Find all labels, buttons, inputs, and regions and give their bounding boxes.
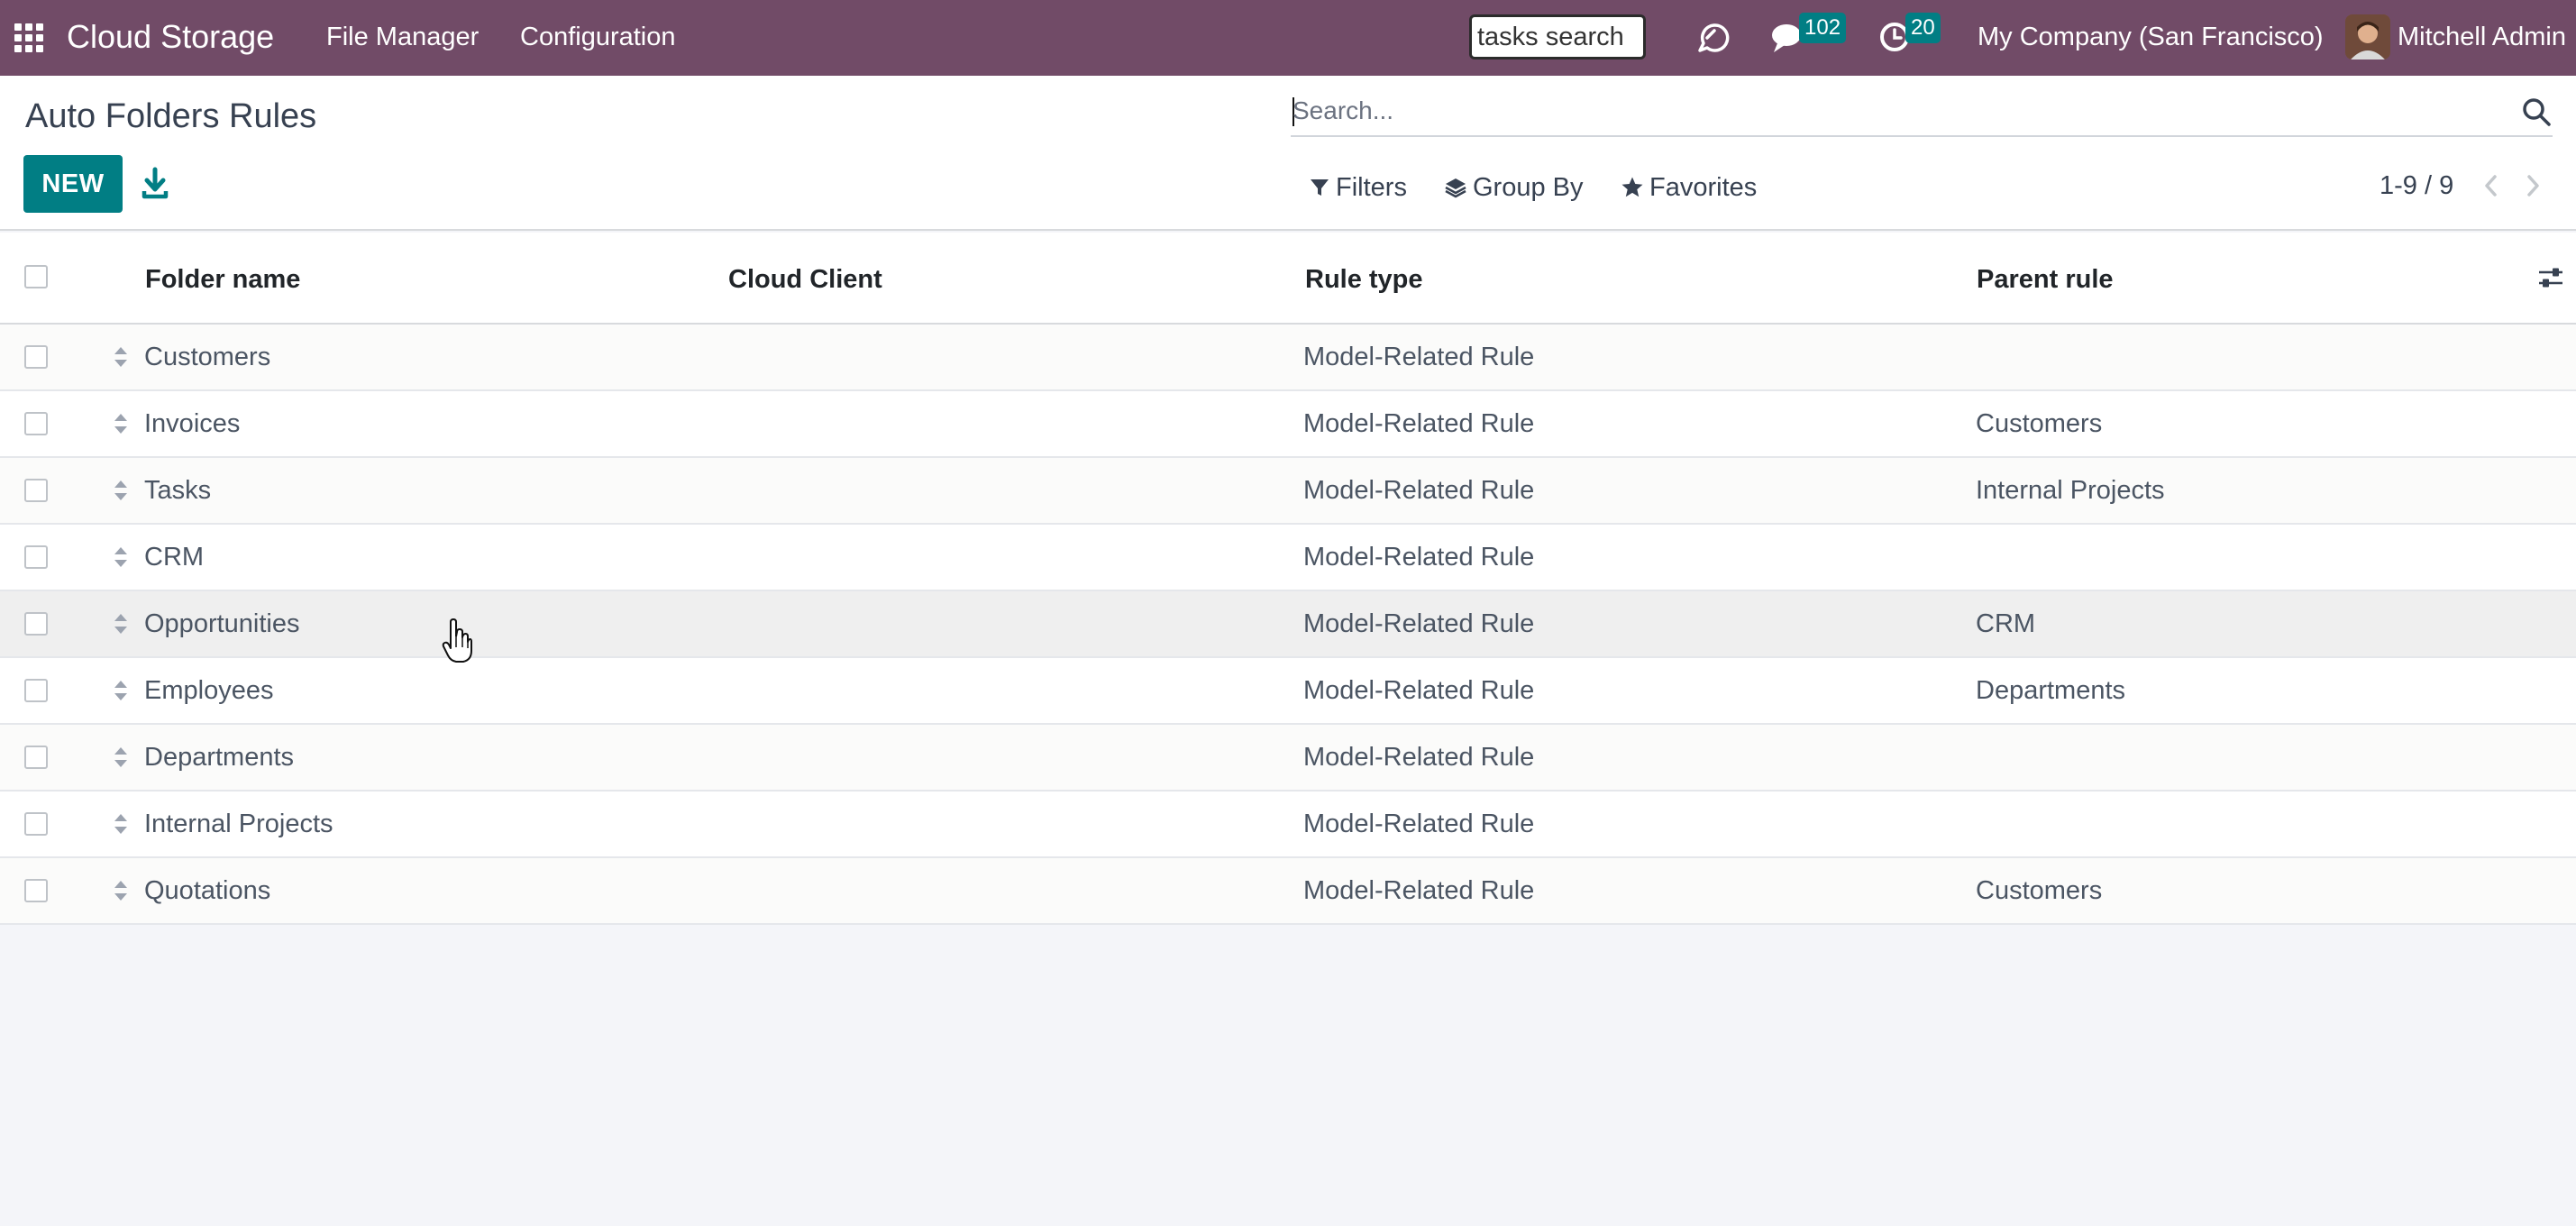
filter-funnel-icon	[1311, 179, 1329, 196]
chevron-left-icon	[2485, 175, 2497, 197]
cell-folder-name: CRM	[144, 543, 205, 572]
chevron-right-icon	[2527, 175, 2539, 197]
drag-handle-icon[interactable]	[112, 478, 130, 503]
new-button[interactable]: NEW	[23, 155, 123, 213]
row-checkbox[interactable]	[24, 679, 48, 702]
cell-rule-type: Model-Related Rule	[1303, 343, 1535, 371]
row-checkbox[interactable]	[24, 412, 48, 435]
activities-count-badge: 20	[1905, 13, 1941, 43]
table-row[interactable]: Departments Model-Related Rule	[0, 725, 2576, 791]
messages-count-badge: 102	[1799, 13, 1847, 43]
search-input[interactable]	[1293, 92, 2482, 130]
control-panel: Auto Folders Rules NEW Filters Group By	[0, 76, 2576, 231]
table-body: Customers Model-Related Rule Invoices Mo…	[0, 325, 2576, 925]
cell-parent-rule: Customers	[1976, 876, 2103, 905]
cell-parent-rule: CRM	[1976, 609, 2036, 638]
cell-parent-rule: Customers	[1976, 409, 2103, 438]
layers-icon	[1445, 178, 1466, 198]
group-by-label: Group By	[1473, 172, 1584, 202]
cell-rule-type: Model-Related Rule	[1303, 609, 1535, 638]
cell-rule-type: Model-Related Rule	[1303, 409, 1535, 438]
column-header-cloud-client[interactable]: Cloud Client	[728, 263, 882, 296]
drag-handle-icon[interactable]	[112, 344, 130, 370]
menu-file-manager[interactable]: File Manager	[326, 21, 479, 53]
favorites-label: Favorites	[1649, 172, 1758, 202]
column-header-rule-type[interactable]: Rule type	[1305, 263, 1423, 296]
user-menu[interactable]: Mitchell Admin	[2398, 21, 2566, 53]
cell-folder-name: Tasks	[144, 476, 212, 505]
drag-handle-icon[interactable]	[112, 811, 130, 837]
voip-phone-icon[interactable]	[1691, 18, 1731, 58]
table-row[interactable]: CRM Model-Related Rule	[0, 525, 2576, 591]
menu-configuration[interactable]: Configuration	[520, 21, 676, 53]
filters-toggle[interactable]: Filters	[1309, 169, 1407, 206]
drag-handle-icon[interactable]	[112, 611, 130, 636]
cell-rule-type: Model-Related Rule	[1303, 876, 1535, 905]
app-menu-grid-icon[interactable]	[13, 22, 45, 54]
cell-rule-type: Model-Related Rule	[1303, 810, 1535, 838]
drag-handle-icon[interactable]	[112, 745, 130, 770]
drag-handle-icon[interactable]	[112, 878, 130, 903]
pager-value[interactable]: 1-9 / 9	[2380, 168, 2453, 204]
star-icon	[1621, 177, 1643, 197]
cell-parent-rule: Internal Projects	[1976, 476, 2165, 505]
table-row[interactable]: Invoices Model-Related Rule Customers	[0, 391, 2576, 458]
pager-next-button[interactable]	[2517, 166, 2549, 206]
table-row[interactable]: Opportunities Model-Related Rule CRM	[0, 591, 2576, 658]
cell-folder-name: Employees	[144, 676, 274, 705]
search-icon[interactable]	[2520, 96, 2553, 128]
column-header-parent-rule[interactable]: Parent rule	[1977, 263, 2114, 296]
cell-rule-type: Model-Related Rule	[1303, 743, 1535, 772]
cell-rule-type: Model-Related Rule	[1303, 476, 1535, 505]
cell-rule-type: Model-Related Rule	[1303, 543, 1535, 572]
table-row[interactable]: Quotations Model-Related Rule Customers	[0, 858, 2576, 925]
row-checkbox[interactable]	[24, 545, 48, 569]
row-checkbox[interactable]	[24, 345, 48, 369]
cell-folder-name: Departments	[144, 743, 295, 772]
row-checkbox[interactable]	[24, 879, 48, 902]
cell-parent-rule: Departments	[1976, 676, 2126, 705]
cell-folder-name: Quotations	[144, 876, 271, 905]
cell-folder-name: Invoices	[144, 409, 241, 438]
company-switcher[interactable]: My Company (San Francisco)	[1978, 21, 2324, 53]
favorites-toggle[interactable]: Favorites	[1621, 169, 1757, 206]
download-button[interactable]	[137, 162, 173, 206]
drag-handle-icon[interactable]	[112, 411, 130, 436]
cell-rule-type: Model-Related Rule	[1303, 676, 1535, 705]
page-title: Auto Folders Rules	[25, 97, 317, 135]
optional-columns-sliders-icon[interactable]	[2536, 263, 2565, 292]
drag-handle-icon[interactable]	[112, 678, 130, 703]
user-avatar[interactable]	[2345, 14, 2390, 59]
row-checkbox[interactable]	[24, 479, 48, 502]
pager-previous-button[interactable]	[2475, 166, 2507, 206]
cell-folder-name: Opportunities	[144, 609, 300, 638]
select-all-checkbox[interactable]	[24, 265, 48, 288]
filters-label: Filters	[1336, 172, 1407, 202]
table-row[interactable]: Customers Model-Related Rule	[0, 325, 2576, 391]
table-row[interactable]: Tasks Model-Related Rule Internal Projec…	[0, 458, 2576, 525]
group-by-toggle[interactable]: Group By	[1444, 169, 1584, 206]
cell-folder-name: Internal Projects	[144, 810, 333, 838]
row-checkbox[interactable]	[24, 812, 48, 836]
row-checkbox[interactable]	[24, 612, 48, 636]
search-bar	[1291, 87, 2553, 137]
hand-pointer-cursor-icon	[442, 618, 472, 663]
table-header: Folder name Cloud Client Rule type Paren…	[0, 233, 2576, 325]
row-checkbox[interactable]	[24, 746, 48, 769]
download-icon	[142, 167, 169, 199]
table-row[interactable]: Internal Projects Model-Related Rule	[0, 791, 2576, 858]
cell-folder-name: Customers	[144, 343, 271, 371]
top-navbar: Cloud Storage File Manager Configuration…	[0, 0, 2576, 76]
app-name[interactable]: Cloud Storage	[67, 17, 274, 57]
column-header-folder-name[interactable]: Folder name	[145, 263, 300, 296]
quick-search-input[interactable]	[1469, 14, 1646, 59]
table-row[interactable]: Employees Model-Related Rule Departments	[0, 658, 2576, 725]
drag-handle-icon[interactable]	[112, 544, 130, 570]
list-view: Folder name Cloud Client Rule type Paren…	[0, 233, 2576, 925]
